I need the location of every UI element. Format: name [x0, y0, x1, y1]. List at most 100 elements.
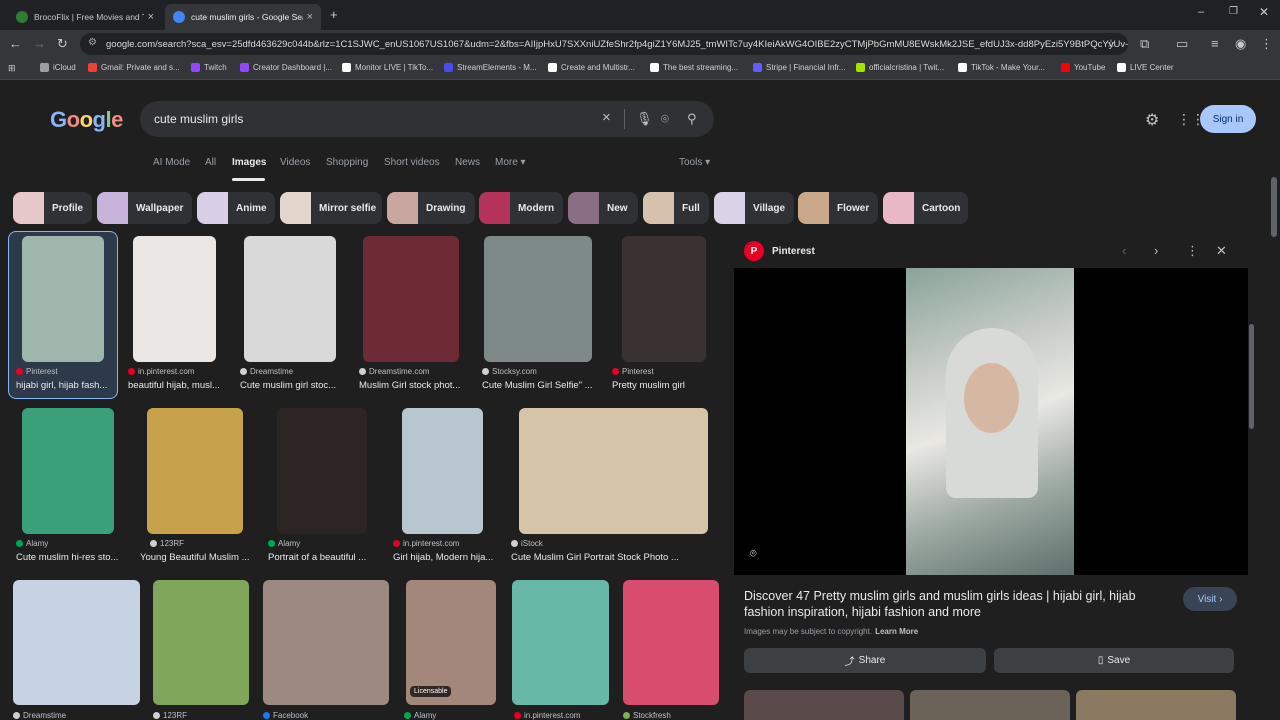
- tab-brocoflix[interactable]: BrocoFlix | Free Movies and TV ×: [8, 4, 162, 30]
- bookmark-icloud[interactable]: iCloud: [40, 63, 76, 72]
- google-logo[interactable]: Google: [50, 107, 123, 133]
- result-source[interactable]: Stocksy.com: [482, 367, 537, 376]
- tab-images[interactable]: Images: [232, 157, 266, 168]
- result-image[interactable]: [263, 580, 389, 705]
- media-icon[interactable]: ≡: [1211, 36, 1219, 51]
- address-bar[interactable]: ⚙ google.com/search?sca_esv=25dfd463629c…: [80, 33, 1128, 55]
- chip-drawing[interactable]: Drawing: [387, 192, 475, 224]
- close-tab-icon[interactable]: ×: [148, 11, 154, 23]
- result-image[interactable]: [277, 408, 367, 534]
- profile-icon[interactable]: ◉: [1235, 36, 1246, 52]
- extensions-icon[interactable]: ⧉: [1140, 36, 1149, 52]
- result-title[interactable]: Cute Muslim Girl Portrait Stock Photo ..…: [511, 552, 711, 563]
- result-source[interactable]: Pinterest: [16, 367, 58, 376]
- bookmark-streamelements[interactable]: StreamElements - M...: [444, 63, 537, 72]
- tools-button[interactable]: Tools ▾: [679, 157, 710, 168]
- preview-image[interactable]: [906, 268, 1074, 575]
- close-preview-icon[interactable]: ✕: [1216, 243, 1227, 259]
- result-image[interactable]: [484, 236, 592, 362]
- result-image[interactable]: [244, 236, 336, 362]
- microphone-icon[interactable]: 🎙: [636, 111, 653, 127]
- result-source[interactable]: in.pinterest.com: [128, 367, 194, 376]
- chip-flower[interactable]: Flower: [798, 192, 878, 224]
- preview-source[interactable]: P Pinterest: [744, 241, 815, 261]
- bookmark-twitch[interactable]: Twitch: [191, 63, 227, 72]
- bookmark-monitor-live[interactable]: Monitor LIVE | TikTo...: [342, 63, 433, 72]
- bookmark-restream[interactable]: Create and Multistr...: [548, 63, 635, 72]
- result-source[interactable]: Stockfresh: [623, 711, 671, 720]
- cast-icon[interactable]: ▭: [1176, 36, 1188, 52]
- restore-icon[interactable]: ❐: [1229, 6, 1238, 17]
- search-icon[interactable]: ⚲: [687, 111, 697, 127]
- result-title[interactable]: Young Beautiful Muslim ...: [140, 552, 252, 563]
- back-icon[interactable]: ←: [9, 36, 22, 51]
- result-title[interactable]: Cute Muslim Girl Selfie" ...: [482, 380, 594, 391]
- result-title[interactable]: Cute muslim girl stoc...: [240, 380, 340, 391]
- search-input[interactable]: cute muslim girls: [154, 112, 243, 126]
- clear-search-icon[interactable]: ×: [602, 109, 611, 126]
- result-title[interactable]: hijabi girl, hijab fash...: [16, 380, 112, 391]
- bookmark-live-center[interactable]: LIVE Center: [1117, 63, 1174, 72]
- result-image[interactable]: [512, 580, 609, 705]
- result-image[interactable]: [147, 408, 243, 534]
- result-title[interactable]: Cute muslim hi-res sto...: [16, 552, 122, 563]
- menu-icon[interactable]: ⋮: [1260, 36, 1273, 52]
- bookmark-youtube[interactable]: YouTube: [1061, 63, 1105, 72]
- chip-modern[interactable]: Modern: [479, 192, 563, 224]
- lens-search-icon[interactable]: ⌾: [750, 548, 757, 561]
- camera-lens-icon[interactable]: ⌾: [661, 111, 669, 127]
- result-source[interactable]: Alamy: [16, 539, 48, 548]
- settings-gear-icon[interactable]: ⚙: [1145, 110, 1159, 130]
- page-scrollbar[interactable]: [1271, 177, 1277, 237]
- related-image[interactable]: [744, 690, 904, 720]
- result-source[interactable]: Alamy: [404, 711, 436, 720]
- apps-grid-icon[interactable]: ⊞: [8, 63, 16, 74]
- chip-village[interactable]: Village: [714, 192, 794, 224]
- chip-full[interactable]: Full: [643, 192, 709, 224]
- result-title[interactable]: beautiful hijab, musl...: [128, 380, 224, 391]
- bookmark-tiktok[interactable]: TikTok - Make Your...: [958, 63, 1045, 72]
- more-options-icon[interactable]: ⋮: [1186, 243, 1199, 259]
- tab-all[interactable]: All: [205, 157, 216, 168]
- result-source[interactable]: Dreamstime: [240, 367, 293, 376]
- chip-mirror-selfie[interactable]: Mirror selfie: [280, 192, 382, 224]
- save-button[interactable]: ▯ Save: [994, 648, 1234, 673]
- chip-anime[interactable]: Anime: [197, 192, 275, 224]
- result-title[interactable]: Girl hijab, Modern hija...: [393, 552, 495, 563]
- result-source[interactable]: Dreamstime: [13, 711, 66, 720]
- close-window-icon[interactable]: ✕: [1259, 5, 1269, 19]
- result-image[interactable]: [22, 408, 114, 534]
- bookmark-stripe[interactable]: Stripe | Financial Infr...: [753, 63, 845, 72]
- tab-news[interactable]: News: [455, 157, 480, 168]
- reload-icon[interactable]: ↻: [57, 36, 68, 52]
- learn-more-link[interactable]: Learn More: [875, 627, 918, 636]
- tab-videos[interactable]: Videos: [280, 157, 310, 168]
- tab-ai-mode[interactable]: AI Mode: [153, 157, 190, 168]
- next-icon[interactable]: ›: [1154, 243, 1158, 258]
- result-title[interactable]: Pretty muslim girl: [612, 380, 716, 391]
- result-image[interactable]: [519, 408, 708, 534]
- result-source[interactable]: 123RF: [150, 539, 184, 548]
- preview-image-stage[interactable]: ⌾: [734, 268, 1248, 575]
- result-image[interactable]: [153, 580, 249, 705]
- minimize-icon[interactable]: –: [1198, 6, 1204, 18]
- bookmark-officialcristina[interactable]: officialcristina | Twit...: [856, 63, 944, 72]
- chip-profile[interactable]: Profile: [13, 192, 92, 224]
- result-image[interactable]: [623, 580, 719, 705]
- chip-cartoon[interactable]: Cartoon: [883, 192, 968, 224]
- preview-title[interactable]: Discover 47 Pretty muslim girls and musl…: [744, 588, 1174, 620]
- result-source[interactable]: Pinterest: [612, 367, 654, 376]
- chip-new[interactable]: New: [568, 192, 638, 224]
- result-title[interactable]: Muslim Girl stock phot...: [359, 380, 463, 391]
- tab-shopping[interactable]: Shopping: [326, 157, 368, 168]
- related-image[interactable]: [910, 690, 1070, 720]
- bookmark-streaming[interactable]: The best streaming...: [650, 63, 738, 72]
- result-source[interactable]: Dreamstime.com: [359, 367, 429, 376]
- bookmark-gmail[interactable]: Gmail: Private and s...: [88, 63, 180, 72]
- bookmark-creator-dashboard[interactable]: Creator Dashboard |...: [240, 63, 332, 72]
- bookmark-star-icon[interactable]: ☆: [1106, 37, 1116, 50]
- result-image[interactable]: [622, 236, 706, 362]
- search-box[interactable]: cute muslim girls × 🎙 ⌾ ⚲: [140, 101, 714, 137]
- sign-in-button[interactable]: Sign in: [1200, 105, 1256, 133]
- site-info-icon[interactable]: ⚙: [88, 37, 97, 48]
